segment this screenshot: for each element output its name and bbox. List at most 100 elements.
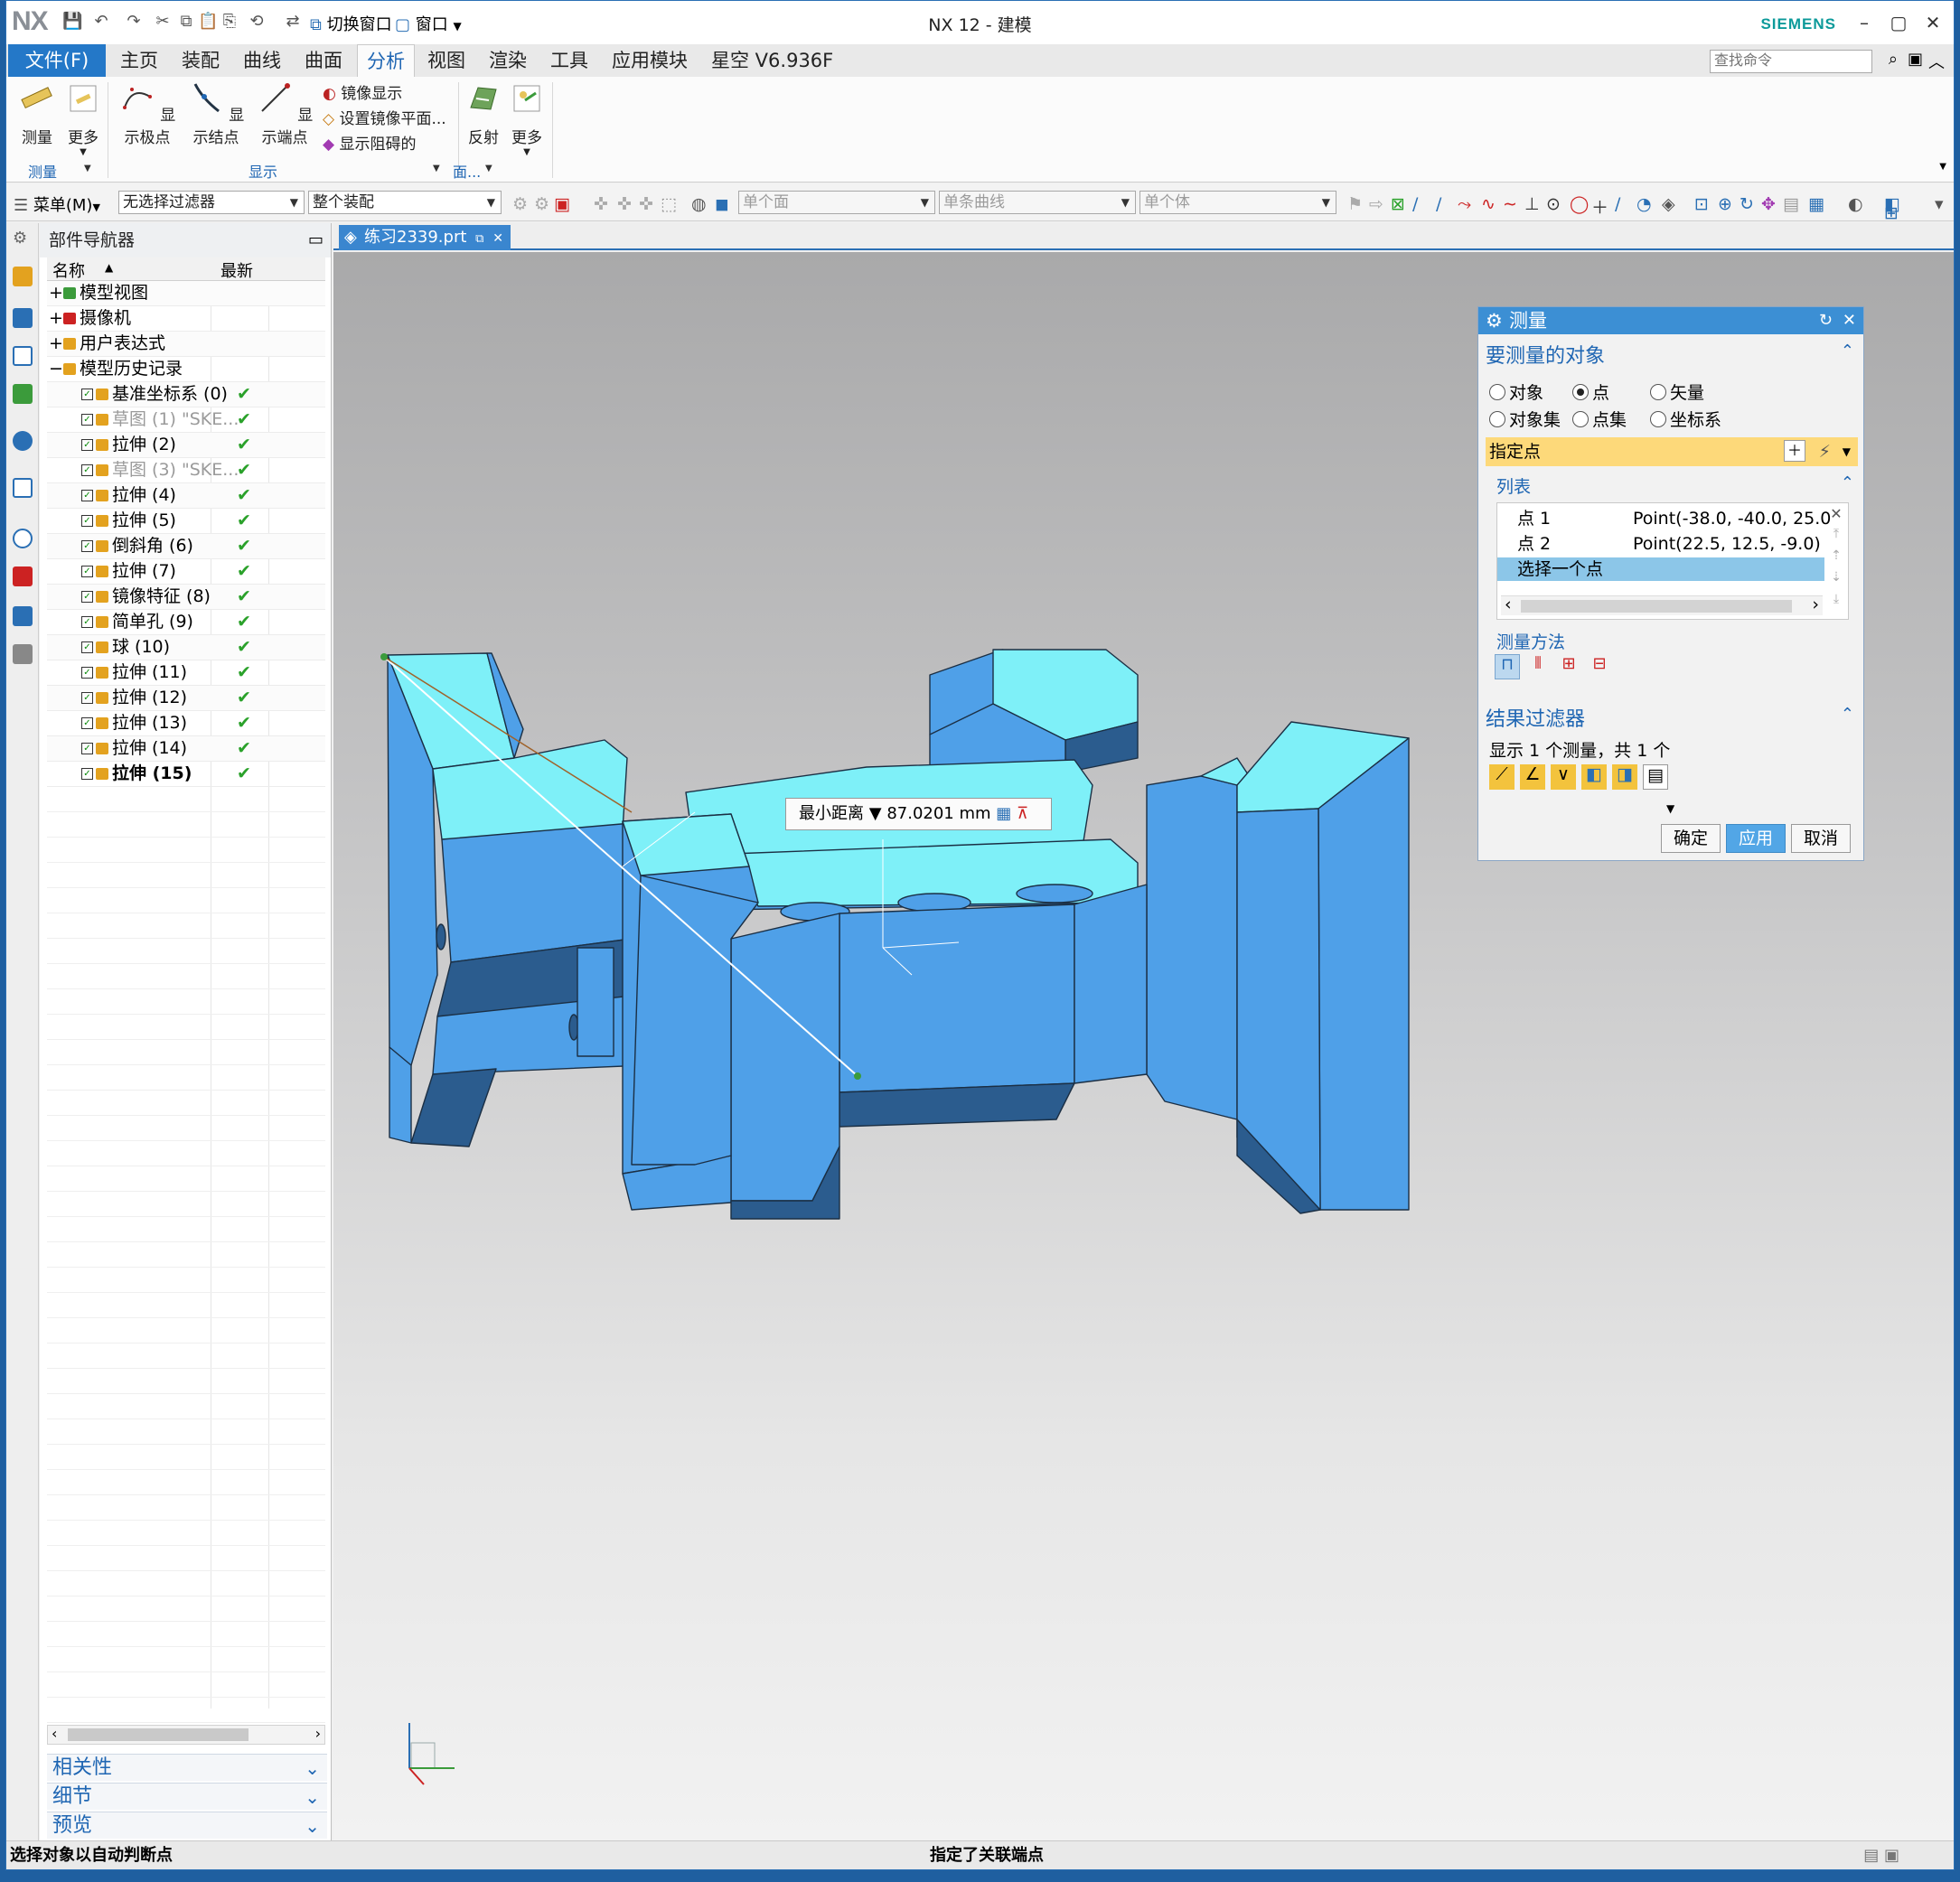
measure-tool-icon[interactable]: ⊼ — [1017, 804, 1028, 823]
general-selection-icon[interactable]: ▣ — [554, 194, 570, 214]
tab-tools[interactable]: 工具 — [541, 44, 597, 77]
group-label-face[interactable]: 面... — [453, 160, 481, 182]
tree-node[interactable]: − 模型历史记录 — [47, 357, 325, 382]
chevron-up-icon[interactable]: ⌃ — [1841, 342, 1854, 360]
snap-curve-icon[interactable]: ∿ — [1481, 194, 1497, 214]
section-dependencies[interactable]: 相关性 ⌄ — [47, 1754, 327, 1781]
snap-tangent-icon[interactable]: ⊥ — [1524, 194, 1541, 214]
method-distance-icon[interactable]: ⊓ — [1495, 654, 1520, 679]
tab-curve[interactable]: 曲线 — [234, 44, 290, 77]
move-up-icon[interactable]: ⇡ — [1826, 548, 1846, 570]
show-endpoints-button[interactable]: 显示端点 — [250, 80, 319, 147]
column-header-latest[interactable]: 最新 — [220, 258, 253, 282]
close-tab-icon[interactable]: ✕ — [492, 231, 503, 246]
column-header-name[interactable]: 名称 — [52, 258, 85, 282]
body-selection-icon[interactable]: ✜ — [617, 194, 633, 214]
snap-quadrant-icon[interactable]: ◯ — [1570, 194, 1589, 214]
scope-select[interactable]: 整个装配 — [308, 191, 502, 214]
visibility-checkbox[interactable]: ✓ — [81, 389, 93, 400]
assembly-navigator-icon[interactable] — [13, 267, 33, 286]
apply-button[interactable]: 应用 — [1726, 824, 1786, 853]
feature-row[interactable]: ✓ 拉伸 (4) ✔ — [47, 483, 325, 509]
close-button[interactable]: ✕ — [1919, 10, 1946, 35]
radio-point-set[interactable]: 点集 — [1572, 407, 1627, 431]
feature-row[interactable]: ✓ 草图 (3) "SKE... ✔ — [47, 458, 325, 483]
expand-toggle-icon[interactable]: + — [49, 332, 63, 356]
cancel-button[interactable]: 取消 — [1791, 824, 1851, 853]
system-scene-icon[interactable] — [13, 644, 33, 664]
display-mode-icon[interactable]: ⊞ — [1884, 203, 1900, 223]
tab-file[interactable]: 文件(F) — [8, 44, 106, 77]
chevron-down-icon[interactable]: ▼ — [433, 164, 440, 173]
set-mirror-plane-button[interactable]: ◇ 设置镜像平面... — [323, 106, 446, 128]
rectangle-select-icon[interactable]: ⬚ — [661, 194, 677, 214]
move-bottom-icon[interactable]: ⤓ — [1826, 592, 1846, 613]
point-1-marker[interactable] — [380, 653, 388, 660]
tab-view[interactable]: 视图 — [418, 44, 474, 77]
expand-toggle-icon[interactable]: + — [49, 306, 63, 331]
feature-row[interactable]: ✓ 拉伸 (14) ✔ — [47, 736, 325, 762]
visibility-checkbox[interactable]: ✓ — [81, 490, 93, 501]
section-details[interactable]: 细节 ⌄ — [47, 1783, 327, 1810]
measurement-readout[interactable]: 最小距离 ▼ 87.0201 mm ▦ ⊼ — [785, 798, 1052, 830]
snap-control-icon[interactable]: / — [1436, 194, 1452, 214]
visibility-checkbox[interactable]: ✓ — [81, 566, 93, 577]
measure-type[interactable]: 最小距离 — [799, 804, 864, 823]
command-search-input[interactable] — [1710, 50, 1872, 73]
radio-vector[interactable]: 矢量 — [1650, 379, 1704, 404]
scroll-left-icon[interactable]: ‹ — [1505, 595, 1512, 614]
feature-row[interactable]: ✓ 拉伸 (2) ✔ — [47, 433, 325, 458]
feature-row[interactable]: ✓ 拉伸 (13) ✔ — [47, 711, 325, 736]
reuse-library-icon[interactable] — [13, 384, 33, 404]
visibility-checkbox[interactable]: ✓ — [81, 768, 93, 780]
rotate-view-icon[interactable]: ↻ — [1740, 194, 1756, 214]
filter-angle-icon[interactable]: ∠ — [1520, 764, 1545, 790]
scroll-right-icon[interactable]: › — [1812, 595, 1819, 614]
list-item[interactable]: 点 2 Point(22.5, 12.5, -9.0) — [1497, 532, 1824, 556]
snap-on-curve-icon[interactable]: / — [1615, 194, 1631, 214]
feature-row[interactable]: ✓ 镜像特征 (8) ✔ — [47, 585, 325, 610]
feature-row[interactable]: ✓ 倒斜角 (6) ✔ — [47, 534, 325, 559]
chevron-up-icon[interactable]: ⌃ — [1841, 705, 1854, 724]
show-knots-button[interactable]: 显示结点 — [182, 80, 250, 147]
method-projected-icon[interactable]: ⫴ — [1525, 654, 1551, 679]
list-item[interactable]: 点 1 Point(-38.0, -40.0, 25.0 — [1497, 507, 1831, 530]
process-studio-icon[interactable] — [13, 566, 33, 586]
reset-icon[interactable]: ↻ — [1819, 307, 1833, 334]
show-poles-button[interactable]: 显示极点 — [113, 80, 182, 147]
type-filter-select[interactable]: 无选择过滤器 — [118, 191, 305, 214]
feature-row[interactable]: ✓ 拉伸 (11) ✔ — [47, 660, 325, 686]
section-preview[interactable]: 预览 ⌄ — [47, 1812, 327, 1839]
layers-icon[interactable]: ▤ — [1783, 194, 1799, 214]
move-top-icon[interactable]: ⤒ — [1826, 527, 1846, 548]
radio-point[interactable]: 点 — [1572, 379, 1609, 404]
calculator-icon[interactable]: ▦ — [996, 804, 1011, 823]
list-item-selected[interactable]: 选择一个点 — [1497, 557, 1824, 581]
tab-render[interactable]: 渲染 — [480, 44, 536, 77]
delete-icon[interactable]: ✕ — [1826, 505, 1846, 527]
visibility-checkbox[interactable]: ✓ — [81, 692, 93, 704]
mirror-display-button[interactable]: ◐ 镜像显示 — [323, 80, 402, 103]
face-selection-icon[interactable]: ✜ — [639, 194, 655, 214]
snap-toggle-icon[interactable]: ⚑ — [1347, 194, 1364, 214]
fullscreen-icon[interactable]: ▣ — [1908, 50, 1923, 69]
more-display-button[interactable]: 更多 ▼ — [505, 80, 549, 157]
snap-spline-icon[interactable]: ∼ — [1503, 194, 1519, 214]
show-blocking-button[interactable]: ◆ 显示阻碍的 — [323, 131, 416, 154]
history-icon[interactable] — [13, 478, 33, 498]
part-navigator-icon[interactable] — [13, 346, 33, 366]
feature-row[interactable]: ✓ 简单孔 (9) ✔ — [47, 610, 325, 635]
table-view-icon[interactable]: ▦ — [1808, 194, 1824, 214]
scroll-left-icon[interactable]: ‹ — [52, 1725, 57, 1742]
expand-toggle-icon[interactable]: + — [49, 281, 63, 305]
zoom-icon[interactable]: ⊕ — [1718, 194, 1734, 214]
visibility-checkbox[interactable]: ✓ — [81, 414, 93, 426]
feature-row[interactable]: ✓ 拉伸 (7) ✔ — [47, 559, 325, 585]
radio-object[interactable]: 对象 — [1489, 379, 1543, 404]
group-label-display[interactable]: 显示 — [249, 160, 277, 182]
measure-button[interactable]: 测量 — [14, 80, 61, 147]
chevron-down-icon[interactable]: ▼ — [485, 164, 492, 173]
visibility-checkbox[interactable]: ✓ — [81, 439, 93, 451]
fit-view-icon[interactable]: ⊡ — [1694, 194, 1711, 214]
scrollbar-thumb[interactable] — [68, 1728, 249, 1741]
